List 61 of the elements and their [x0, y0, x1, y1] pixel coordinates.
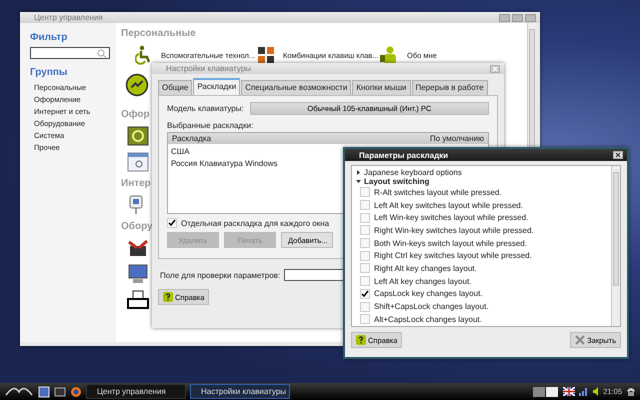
tab[interactable]: Специальные возможности — [241, 80, 352, 95]
test-field-label: Поле для проверки параметров: — [160, 270, 280, 280]
section-heading: Обору — [121, 221, 153, 232]
tab[interactable]: Раскладки — [193, 78, 240, 95]
person-icon[interactable] — [379, 46, 399, 64]
tree-group[interactable]: Japanese keyboard options — [356, 168, 607, 177]
tab[interactable]: Общие — [158, 80, 192, 95]
layouts-label: Выбранные раскладки: — [167, 121, 254, 130]
checkbox[interactable] — [167, 218, 177, 228]
option-label[interactable]: R-Alt switches layout while pressed. — [374, 188, 502, 197]
disc-icon[interactable] — [125, 73, 149, 97]
monitor-icon[interactable] — [127, 264, 149, 284]
help-icon — [163, 292, 173, 302]
section-heading: Интер — [121, 178, 151, 189]
window-title: Настройки клавиатуры — [165, 64, 252, 73]
printer-icon[interactable] — [127, 290, 149, 310]
window-title: Параметры раскладки — [358, 150, 450, 160]
option-label[interactable]: Left Win-key switches layout while pressed. — [374, 213, 528, 222]
taskbar-item[interactable]: Центр управления — [86, 384, 186, 399]
help-icon — [356, 335, 366, 345]
tab[interactable]: Перерыв в работе — [412, 80, 488, 95]
column-header[interactable]: Раскладка — [172, 134, 212, 143]
wheelchair-icon[interactable] — [135, 45, 153, 65]
terminal-icon[interactable] — [54, 386, 66, 398]
tab[interactable]: Кнопки мыши — [352, 80, 411, 95]
search-icon — [97, 48, 107, 58]
option-label[interactable]: Right Ctrl key switches layout while pressed. — [374, 251, 532, 260]
tree-group[interactable]: Layout switching — [356, 177, 607, 186]
file-manager-icon[interactable] — [38, 386, 50, 398]
taskbar-item[interactable]: Настройки клавиатуры — [190, 384, 290, 399]
search-field[interactable] — [30, 47, 110, 59]
browser-icon[interactable] — [70, 386, 82, 398]
close-icon[interactable] — [613, 151, 623, 159]
workspace-icon[interactable] — [533, 386, 560, 396]
menu-icon[interactable] — [4, 386, 34, 398]
volume-icon[interactable] — [593, 387, 600, 396]
window-icon[interactable] — [127, 152, 149, 172]
keys-icon[interactable] — [257, 46, 275, 64]
theme-icon[interactable] — [127, 126, 149, 146]
groups-heading: Группы — [30, 67, 68, 78]
filter-heading: Фильтр — [30, 32, 68, 43]
window-title: Центр управления — [33, 13, 104, 22]
option-label[interactable]: Left Alt key changes layout. — [374, 276, 472, 286]
model-label: Модель клавиатуры: — [167, 104, 244, 113]
option-label[interactable]: Right Win-key switches layout while pressed. — [374, 226, 534, 235]
section-heading: Офор — [121, 109, 150, 120]
option-label[interactable]: Right Alt key changes layout. — [374, 264, 477, 273]
column-header[interactable]: По умолчанию — [430, 134, 484, 143]
signal-icon[interactable] — [579, 387, 590, 396]
close-icon — [575, 335, 586, 345]
option-label[interactable]: Both Win-keys switch layout while pressed. — [374, 238, 527, 248]
flag-icon[interactable] — [563, 387, 576, 396]
option-label[interactable]: Left Alt key switches layout while pressed. — [374, 200, 523, 210]
option-label[interactable]: Alt+CapsLock changes layout. — [374, 314, 482, 324]
toolbox-icon[interactable] — [127, 238, 149, 258]
network-icon[interactable] — [127, 195, 145, 215]
checkbox-label[interactable]: Отдельная раскладка для каждого окна — [181, 218, 330, 228]
option-label[interactable]: Shift+CapsLock changes layout. — [374, 302, 489, 312]
scrollbar[interactable] — [611, 166, 620, 326]
option-label[interactable]: CapsLock key changes layout. — [374, 289, 483, 298]
section-heading: Персональные — [121, 28, 196, 39]
